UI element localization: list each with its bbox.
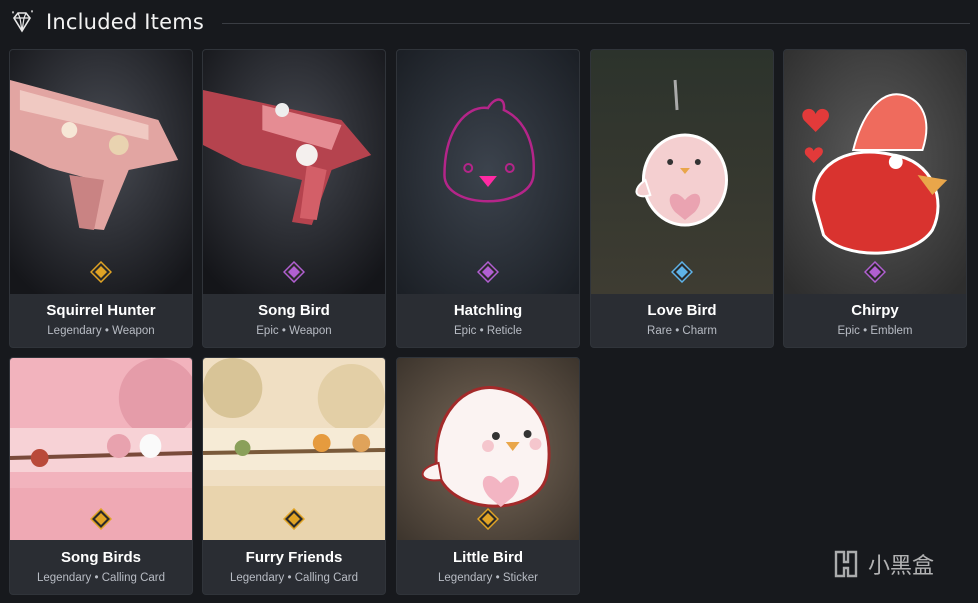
item-meta: Epic • Weapon [256, 325, 332, 337]
header-divider [222, 22, 970, 24]
epic-rarity-icon [863, 260, 887, 284]
item-name: Song Birds [60, 549, 141, 566]
item-card-love-bird[interactable]: Love Bird Rare • Charm [590, 49, 774, 348]
item-name: Song Bird [258, 302, 330, 319]
item-card-chirpy[interactable]: Chirpy Epic • Emblem [783, 49, 967, 348]
epic-rarity-icon [282, 260, 306, 284]
item-meta: Legendary • Calling Card [36, 572, 166, 584]
item-card-squirrel-hunter[interactable]: Squirrel Hunter Legendary • Weapon [9, 49, 193, 348]
item-meta: Rare • Charm [647, 325, 717, 337]
legendary-rarity-icon [476, 507, 500, 531]
item-meta: Epic • Emblem [837, 325, 913, 337]
item-name: Hatchling [453, 302, 523, 319]
item-card-furry-friends[interactable]: Furry Friends Legendary • Calling Card [202, 357, 386, 595]
section-title: Included Items [46, 10, 204, 34]
item-card-song-birds[interactable]: Song Birds Legendary • Calling Card [9, 357, 193, 595]
item-name: Love Bird [647, 302, 717, 319]
legendary-rarity-icon [89, 507, 113, 531]
item-image [591, 50, 773, 294]
watermark-logo-icon [834, 550, 858, 578]
item-name: Little Bird [453, 549, 523, 566]
item-card-little-bird[interactable]: Little Bird Legendary • Sticker [396, 357, 580, 595]
item-image [784, 50, 966, 294]
item-meta: Legendary • Weapon [47, 325, 155, 337]
item-name: Furry Friends [245, 549, 343, 566]
legendary-rarity-icon [89, 260, 113, 284]
item-image [203, 50, 385, 294]
item-image [397, 50, 579, 294]
epic-rarity-icon [476, 260, 500, 284]
legendary-rarity-icon [282, 507, 306, 531]
item-name: Squirrel Hunter [46, 302, 156, 319]
item-image [10, 50, 192, 294]
diamond-icon [8, 8, 36, 36]
watermark-text: 小黑盒 [868, 554, 935, 579]
item-meta: Legendary • Sticker [438, 572, 538, 584]
item-card-song-bird[interactable]: Song Bird Epic • Weapon [202, 49, 386, 348]
item-meta: Legendary • Calling Card [229, 572, 359, 584]
item-card-hatchling[interactable]: Hatchling Epic • Reticle [396, 49, 580, 348]
item-name: Chirpy [851, 302, 899, 319]
rare-rarity-icon [670, 260, 694, 284]
watermark: 小黑盒 [830, 548, 934, 580]
section-header: Included Items [8, 6, 970, 38]
item-meta: Epic • Reticle [454, 325, 522, 337]
